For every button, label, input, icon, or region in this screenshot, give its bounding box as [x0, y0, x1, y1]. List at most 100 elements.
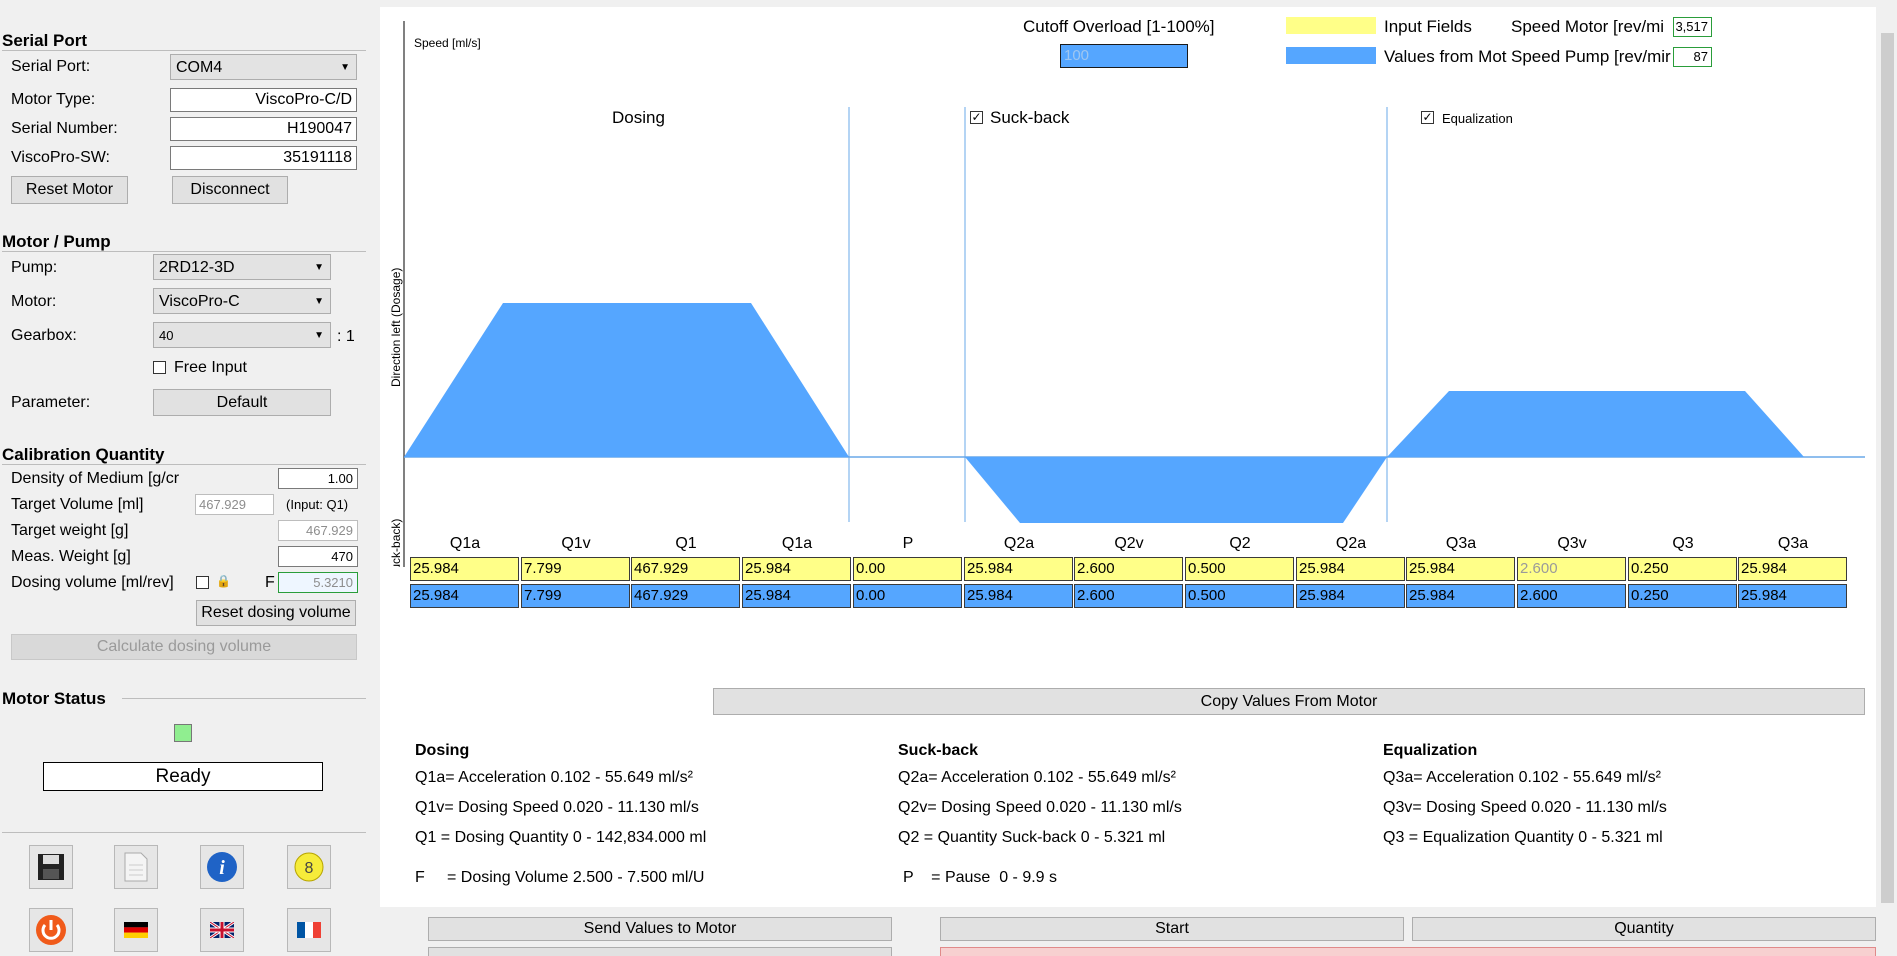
parameter-label: Parameter: — [11, 394, 91, 411]
chevron-down-icon: ▼ — [314, 330, 324, 341]
motor-status-title: Motor Status — [2, 689, 106, 708]
reset-dosing-volume-button[interactable]: Reset dosing volume — [196, 600, 356, 626]
info-line: Q2a= Acceleration 0.102 - 55.649 ml/s² — [898, 769, 1176, 786]
disconnect-button[interactable]: Disconnect — [172, 176, 288, 204]
input-cell[interactable]: 25.984 — [1738, 557, 1847, 581]
english-flag-icon[interactable] — [200, 908, 244, 952]
equalization-section-label: Equalization — [1442, 111, 1513, 126]
svg-text:i: i — [219, 857, 225, 879]
serial-number-label: Serial Number: — [11, 120, 118, 137]
viscopro-sw-label: ViscoPro-SW: — [11, 149, 110, 166]
meas-weight-label: Meas. Weight [g] — [11, 548, 131, 565]
table-header: Q1a — [449, 535, 481, 552]
german-flag-icon[interactable] — [114, 908, 158, 952]
lock-icon: 🔒 — [216, 574, 231, 588]
target-volume-note: (Input: Q1) — [286, 497, 349, 512]
motor-type-field[interactable]: ViscoPro-C/D — [170, 88, 357, 112]
table-header: Q3a — [1777, 535, 1809, 552]
equalization-info-title: Equalization — [1383, 742, 1478, 759]
free-input-checkbox[interactable] — [153, 361, 166, 374]
pump-label: Pump: — [11, 259, 58, 276]
power-icon[interactable] — [29, 908, 73, 952]
table-header: Q2 — [1229, 535, 1251, 552]
target-weight-field[interactable]: 467.929 — [278, 520, 358, 541]
serial-port-select[interactable]: COM4 ▼ — [170, 54, 357, 80]
motor-value-cell: 25.984 — [742, 584, 851, 608]
scrollbar[interactable] — [1878, 7, 1897, 907]
divider — [2, 832, 366, 833]
start-button[interactable]: Start — [940, 917, 1404, 941]
suckback-info-title: Suck-back — [898, 742, 979, 759]
reset-motor-button[interactable]: Reset Motor — [11, 176, 128, 204]
divider — [122, 698, 366, 699]
input-cell[interactable]: 467.929 — [631, 557, 740, 581]
motor-value-cell: 7.799 — [521, 584, 630, 608]
input-cell[interactable]: 25.984 — [964, 557, 1073, 581]
number-badge-icon[interactable]: 8 — [287, 845, 331, 889]
table-header: Q1 — [675, 535, 697, 552]
info-line: F = Dosing Volume 2.500 - 7.500 ml/U — [415, 869, 705, 886]
input-cell[interactable]: 0.500 — [1185, 557, 1294, 581]
meas-weight-field[interactable]: 470 — [278, 546, 358, 567]
motor-value-cell: 25.984 — [1406, 584, 1515, 608]
suckback-checkbox[interactable]: ✓ — [970, 111, 983, 124]
partial-button[interactable] — [428, 947, 892, 956]
copy-values-button[interactable]: Copy Values From Motor — [713, 688, 1865, 715]
dosing-volume-field[interactable]: 5.3210 — [278, 572, 358, 593]
default-parameter-button[interactable]: Default — [153, 389, 331, 416]
motor-label: Motor: — [11, 293, 57, 310]
input-cell[interactable]: 25.984 — [1296, 557, 1405, 581]
viscopro-sw-field[interactable]: 35191118 — [170, 146, 357, 170]
stop-button[interactable] — [940, 947, 1876, 956]
table-header: Q3v — [1557, 535, 1587, 552]
calculate-dosing-volume-button[interactable]: Calculate dosing volume — [11, 634, 357, 660]
equalization-checkbox[interactable]: ✓ — [1421, 111, 1434, 124]
info-line: Q2v= Dosing Speed 0.020 - 11.130 ml/s — [898, 799, 1182, 816]
dosing-volume-checkbox[interactable] — [196, 576, 209, 589]
info-line: P = Pause 0 - 9.9 s — [903, 869, 1058, 886]
info-icon[interactable]: i — [200, 845, 244, 889]
pump-value: 2RD12-3D — [159, 259, 235, 276]
input-cell[interactable]: 0.00 — [853, 557, 962, 581]
target-weight-label: Target weight [g] — [11, 522, 129, 539]
target-volume-label: Target Volume [ml] — [11, 496, 144, 513]
french-flag-icon[interactable] — [287, 908, 331, 952]
motor-value-cell: 2.600 — [1074, 584, 1183, 608]
gearbox-select[interactable]: 40 ▼ — [153, 322, 331, 348]
input-cell[interactable]: 0.250 — [1628, 557, 1737, 581]
motor-value: ViscoPro-C — [159, 293, 240, 310]
input-cell[interactable]: 25.984 — [1406, 557, 1515, 581]
input-cell[interactable]: 25.984 — [410, 557, 519, 581]
gearbox-label: Gearbox: — [11, 327, 77, 344]
serial-number-field[interactable]: H190047 — [170, 117, 357, 141]
input-cell[interactable]: 25.984 — [742, 557, 851, 581]
pump-select[interactable]: 2RD12-3D ▼ — [153, 254, 331, 280]
chevron-down-icon: ▼ — [314, 296, 324, 307]
chevron-down-icon: ▼ — [340, 62, 350, 73]
divider — [2, 50, 366, 51]
scrollbar-thumb[interactable] — [1881, 33, 1894, 903]
motor-select[interactable]: ViscoPro-C ▼ — [153, 288, 331, 314]
quantity-button[interactable]: Quantity — [1412, 917, 1876, 941]
input-cell[interactable]: 2.600 — [1517, 557, 1626, 581]
motor-value-cell: 25.984 — [410, 584, 519, 608]
free-input-label: Free Input — [174, 359, 247, 376]
save-icon[interactable] — [29, 845, 73, 889]
target-volume-field[interactable]: 467.929 — [195, 494, 274, 515]
info-line: Q2 = Quantity Suck-back 0 - 5.321 ml — [898, 829, 1166, 846]
table-header: Q3 — [1672, 535, 1694, 552]
motor-value-cell: 25.984 — [1738, 584, 1847, 608]
table-header: Q2a — [1335, 535, 1367, 552]
input-cell[interactable]: 2.600 — [1074, 557, 1183, 581]
info-line: Q3v= Dosing Speed 0.020 - 11.130 ml/s — [1383, 799, 1667, 816]
send-values-button[interactable]: Send Values to Motor — [428, 917, 892, 941]
motor-value-cell: 0.250 — [1628, 584, 1737, 608]
motor-pump-title: Motor / Pump — [2, 232, 111, 251]
divider — [2, 251, 366, 252]
document-icon[interactable] — [114, 845, 158, 889]
chevron-down-icon: ▼ — [314, 262, 324, 273]
table-header: Q3a — [1445, 535, 1477, 552]
input-cell[interactable]: 7.799 — [521, 557, 630, 581]
serial-port-title: Serial Port — [2, 31, 88, 50]
density-field[interactable]: 1.00 — [278, 468, 358, 489]
